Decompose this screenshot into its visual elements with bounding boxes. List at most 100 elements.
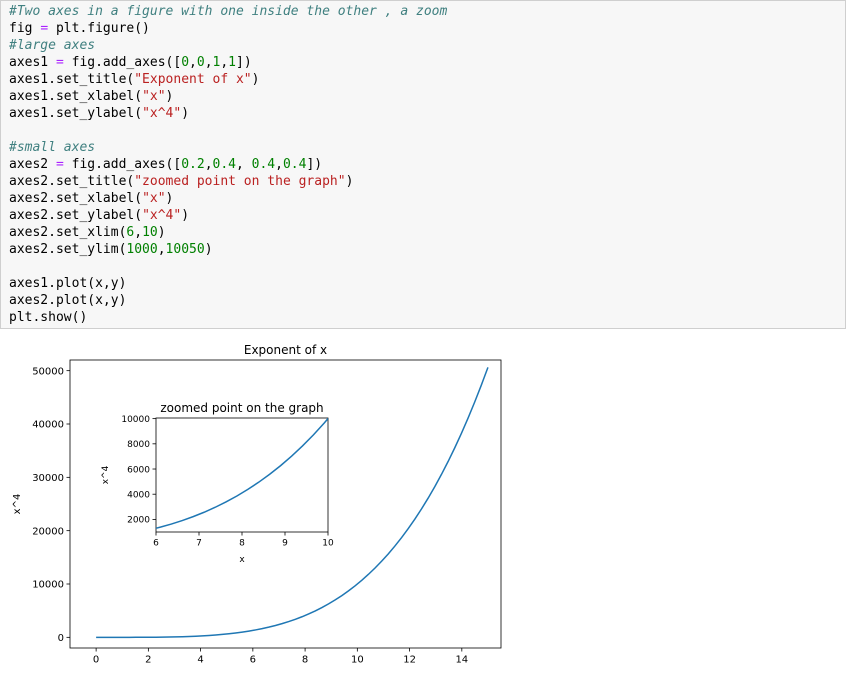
code-line: axes1.set_title("Exponent of x") bbox=[9, 71, 447, 88]
code-token: "x^4" bbox=[142, 106, 182, 121]
code-token: axes2.set_title( bbox=[9, 174, 135, 189]
y-tick-label: 0 bbox=[58, 633, 64, 644]
x-tick-label: 6 bbox=[250, 655, 256, 666]
code-token: ) bbox=[157, 225, 166, 240]
code-token: , bbox=[275, 157, 283, 172]
code-token: fig.add_axes([ bbox=[63, 55, 182, 70]
x-tick-label: 7 bbox=[196, 539, 202, 549]
code-token: fig bbox=[9, 21, 41, 36]
code-line: plt.show() bbox=[9, 309, 447, 326]
y-axis-label: x^4 bbox=[101, 465, 111, 484]
figure-output: 0 2 4 6 8 10 12 14 0 10000 20000 30000 40000 50000 Exp… bbox=[12, 343, 502, 666]
code-line: fig = plt.figure() bbox=[9, 20, 447, 37]
code-token: plt.show() bbox=[9, 310, 88, 325]
y-tick-label: 40000 bbox=[32, 420, 64, 431]
code-line: #small axes bbox=[9, 139, 447, 156]
code-token: axes1.set_xlabel( bbox=[9, 89, 143, 104]
code-token: , bbox=[236, 157, 252, 172]
code-token: axes2 bbox=[9, 157, 56, 172]
y-tick-label: 10000 bbox=[32, 580, 64, 591]
code-line: axes1.plot(x,y) bbox=[9, 275, 447, 292]
code-token: 10050 bbox=[165, 242, 205, 257]
code-token: "zoomed point on the graph" bbox=[134, 174, 346, 189]
output-area: 0 2 4 6 8 10 12 14 0 10000 20000 30000 40000 50000 Exp… bbox=[0, 330, 848, 672]
code-token: 1 bbox=[228, 55, 236, 70]
code-token: = bbox=[55, 55, 64, 70]
code-token: 0.2 bbox=[181, 157, 205, 172]
code-token: "Exponent of x" bbox=[134, 72, 252, 87]
code-token: axes1 bbox=[9, 55, 56, 70]
y-tick-label: 2000 bbox=[127, 516, 150, 526]
x-tick-label: 8 bbox=[239, 539, 245, 549]
code-token: , bbox=[204, 55, 213, 70]
code-line: axes2.set_ylim(1000,10050) bbox=[9, 241, 447, 258]
code-line: axes1 = fig.add_axes([0,0,1,1]) bbox=[9, 54, 447, 71]
x-tick-label: 9 bbox=[282, 539, 288, 549]
code-token: 0 bbox=[196, 55, 205, 70]
code-token: axes1.plot(x,y) bbox=[9, 276, 127, 291]
code-token: axes2.set_xlabel( bbox=[9, 191, 143, 206]
code-token: ]) bbox=[306, 157, 323, 172]
x-tick-label: 4 bbox=[197, 655, 203, 666]
code-token: axes1.set_title( bbox=[9, 72, 135, 87]
code-token: = bbox=[40, 21, 49, 36]
y-tick-label: 10000 bbox=[121, 415, 150, 425]
code-line: axes1.set_xlabel("x") bbox=[9, 88, 447, 105]
y-axis-label: x^4 bbox=[12, 494, 23, 515]
code-line: #Two axes in a figure with one inside th… bbox=[9, 3, 447, 20]
x-tick-label: 12 bbox=[403, 655, 416, 666]
x-tick-label: 10 bbox=[322, 539, 334, 549]
code-token: ) bbox=[204, 242, 213, 257]
code-line: axes2.set_title("zoomed point on the gra… bbox=[9, 173, 447, 190]
code-token: 0.4 bbox=[282, 157, 307, 172]
axes-frame-2 bbox=[155, 417, 329, 533]
code-token: axes2.plot(x,y) bbox=[9, 293, 127, 308]
code-token: , bbox=[157, 242, 166, 257]
x-axis-label: x bbox=[239, 555, 245, 565]
x-tick-label: 14 bbox=[455, 655, 468, 666]
code-token: "x^4" bbox=[142, 208, 182, 223]
code-token: ) bbox=[251, 72, 260, 87]
code-line: axes1.set_ylabel("x^4") bbox=[9, 105, 447, 122]
code-line: axes2.set_xlim(6,10) bbox=[9, 224, 447, 241]
code-line: axes2.set_ylabel("x^4") bbox=[9, 207, 447, 224]
code-token: fig.add_axes([ bbox=[63, 157, 182, 172]
code-token: axes2.set_xlim( bbox=[9, 225, 127, 240]
x-tick-label: 10 bbox=[351, 655, 364, 666]
code-token: 0 bbox=[181, 55, 190, 70]
code-token: , bbox=[220, 55, 229, 70]
code-editor[interactable]: #Two axes in a figure with one inside th… bbox=[9, 3, 447, 326]
code-token: axes1.set_ylabel( bbox=[9, 106, 143, 121]
y-tick-label: 20000 bbox=[32, 526, 64, 537]
code-token: 1000 bbox=[126, 242, 158, 257]
code-cell[interactable]: #Two axes in a figure with one inside th… bbox=[0, 0, 846, 329]
axes-title: Exponent of x bbox=[244, 343, 327, 357]
code-token: "x" bbox=[142, 89, 166, 104]
y-tick-label: 8000 bbox=[127, 440, 150, 450]
code-token: , bbox=[189, 55, 197, 70]
code-token: ) bbox=[181, 106, 190, 121]
code-token: ) bbox=[165, 89, 174, 104]
code-token: 10 bbox=[142, 225, 158, 240]
code-line: axes2.plot(x,y) bbox=[9, 292, 447, 309]
code-token: axes2.set_ylim( bbox=[9, 242, 127, 257]
code-token: ]) bbox=[236, 55, 252, 70]
y-tick-label: 30000 bbox=[32, 473, 64, 484]
code-token: = bbox=[55, 157, 64, 172]
code-token: plt.figure() bbox=[48, 21, 150, 36]
code-token: axes2.set_ylabel( bbox=[9, 208, 143, 223]
code-token: ) bbox=[181, 208, 190, 223]
code-line: #large axes bbox=[9, 37, 447, 54]
code-token: 0.4 bbox=[251, 157, 276, 172]
code-line: axes2.set_xlabel("x") bbox=[9, 190, 447, 207]
x-tick-label: 6 bbox=[153, 539, 159, 549]
x-tick-label: 8 bbox=[302, 655, 308, 666]
code-token: ) bbox=[345, 174, 354, 189]
code-token: #small axes bbox=[9, 140, 96, 155]
y-tick-label: 50000 bbox=[32, 366, 64, 377]
code-token: #Two axes in a figure with one inside th… bbox=[9, 4, 448, 19]
x-tick-label: 2 bbox=[145, 655, 151, 666]
x-tick-label: 0 bbox=[93, 655, 99, 666]
